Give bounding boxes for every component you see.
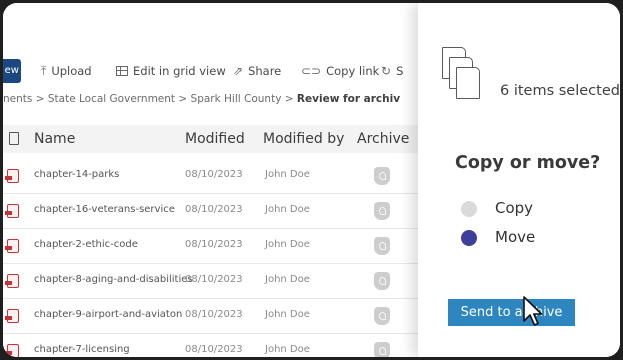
- edit-grid-label: Edit in grid view: [133, 64, 226, 78]
- share-label: Share: [248, 64, 282, 78]
- pdf-file-icon: [5, 274, 19, 288]
- breadcrumb: nents > State Local Government > Spark H…: [3, 93, 400, 105]
- selection-count: 6 items selected: [500, 83, 620, 99]
- share-button[interactable]: ⇗ Share: [233, 59, 281, 83]
- more-command-button[interactable]: ↻ S: [381, 59, 403, 83]
- breadcrumb-separator: >: [284, 93, 294, 105]
- file-name[interactable]: chapter-16-veterans-service: [34, 204, 175, 215]
- modified-by: John Doe: [265, 309, 310, 320]
- link-icon: ⊂⊃: [301, 64, 322, 78]
- breadcrumb-item[interactable]: nents: [3, 93, 32, 105]
- table-row[interactable]: chapter-9-airport-and-aviaton 08/10/2023…: [3, 299, 418, 334]
- file-name[interactable]: chapter-8-aging-and-disabilities: [34, 274, 193, 285]
- modified-date: 08/10/2023: [185, 239, 243, 250]
- archive-panel: 6 items selected Copy or move? Copy Move…: [418, 3, 620, 357]
- new-button[interactable]: ew: [3, 59, 21, 83]
- archive-icon[interactable]: [374, 272, 390, 290]
- modified-by: John Doe: [265, 169, 310, 180]
- edit-grid-view-button[interactable]: Edit in grid view: [116, 59, 226, 83]
- archive-icon[interactable]: [374, 167, 390, 185]
- modified-by: John Doe: [265, 344, 310, 355]
- archive-icon[interactable]: [374, 342, 390, 357]
- upload-label: Upload: [51, 64, 92, 78]
- pdf-file-icon: [5, 204, 19, 218]
- radio-selected-icon[interactable]: [461, 230, 477, 246]
- file-name[interactable]: chapter-14-parks: [34, 169, 119, 180]
- table-row[interactable]: chapter-14-parks 08/10/2023 John Doe: [3, 159, 418, 194]
- table-row[interactable]: chapter-8-aging-and-disabilities 08/10/2…: [3, 264, 418, 299]
- column-header-row: Name Modified Modified by Archive: [3, 125, 418, 153]
- sync-icon: ↻: [381, 64, 392, 78]
- breadcrumb-separator: >: [178, 93, 188, 105]
- column-header-name[interactable]: Name: [34, 131, 75, 147]
- breadcrumb-separator: >: [35, 93, 45, 105]
- modified-by: John Doe: [265, 239, 310, 250]
- modified-date: 08/10/2023: [185, 169, 243, 180]
- grid-icon: [116, 66, 128, 76]
- archive-icon[interactable]: [374, 237, 390, 255]
- more-command-label: S: [396, 64, 404, 78]
- app-window: ew ⤒ Upload Edit in grid view ⇗ Share ⊂⊃…: [3, 3, 620, 357]
- send-to-archive-button[interactable]: Send to archive: [448, 299, 575, 326]
- document-library: ew ⤒ Upload Edit in grid view ⇗ Share ⊂⊃…: [3, 3, 418, 357]
- mouse-pointer-icon: [523, 296, 543, 326]
- file-name[interactable]: chapter-9-airport-and-aviaton: [34, 309, 182, 320]
- modified-date: 08/10/2023: [185, 309, 243, 320]
- upload-icon: ⤒: [41, 63, 47, 78]
- move-option[interactable]: Move: [461, 228, 620, 248]
- archive-icon[interactable]: [374, 307, 390, 325]
- modified-date: 08/10/2023: [185, 204, 243, 215]
- copy-option[interactable]: Copy: [461, 199, 620, 219]
- column-header-modified-by[interactable]: Modified by: [263, 131, 344, 147]
- breadcrumb-item[interactable]: Spark Hill County: [191, 93, 282, 105]
- pdf-file-icon: [5, 239, 19, 253]
- pdf-file-icon: [5, 309, 19, 323]
- column-header-modified[interactable]: Modified: [185, 131, 245, 147]
- file-type-icon[interactable]: [9, 132, 19, 145]
- table-row[interactable]: chapter-7-licensing 08/10/2023 John Doe: [3, 334, 418, 357]
- column-header-archive[interactable]: Archive: [357, 131, 409, 147]
- copy-link-label: Copy link: [326, 64, 380, 78]
- archive-icon[interactable]: [374, 202, 390, 220]
- modified-date: 08/10/2023: [185, 274, 243, 285]
- breadcrumb-item[interactable]: State Local Government: [48, 93, 175, 105]
- radio-unselected-icon[interactable]: [461, 201, 477, 217]
- pdf-file-icon: [5, 169, 19, 183]
- panel-heading: Copy or move?: [455, 153, 601, 173]
- table-row[interactable]: chapter-2-ethic-code 08/10/2023 John Doe: [3, 229, 418, 264]
- table-row[interactable]: chapter-16-veterans-service 08/10/2023 J…: [3, 194, 418, 229]
- copy-option-label: Copy: [495, 199, 534, 217]
- modified-date: 08/10/2023: [185, 344, 243, 355]
- modified-by: John Doe: [265, 204, 310, 215]
- multiple-documents-icon: [442, 47, 486, 107]
- breadcrumb-current: Review for archiv: [296, 93, 401, 105]
- file-name[interactable]: chapter-2-ethic-code: [34, 239, 138, 250]
- move-option-label: Move: [495, 228, 536, 246]
- pdf-file-icon: [5, 344, 19, 357]
- modified-by: John Doe: [265, 274, 310, 285]
- copy-link-button[interactable]: ⊂⊃ Copy link: [301, 59, 379, 83]
- file-name[interactable]: chapter-7-licensing: [34, 344, 130, 355]
- upload-button[interactable]: ⤒ Upload: [41, 59, 92, 83]
- share-icon: ⇗: [233, 64, 244, 78]
